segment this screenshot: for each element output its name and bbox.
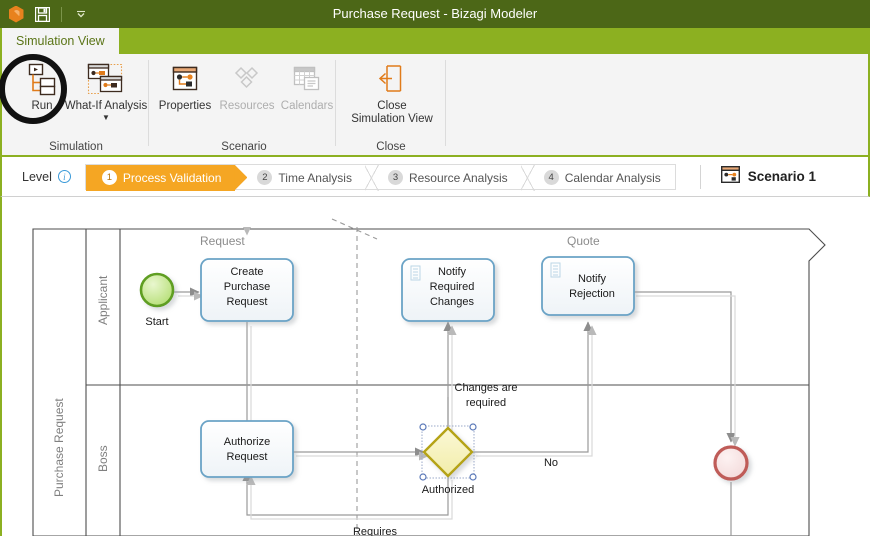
ribbon-tab-strip: Simulation View [0, 28, 870, 54]
level-steps: 1 Process Validation 2 Time Analysis 3 R… [84, 163, 676, 191]
node-label-authorized: Authorized [422, 484, 475, 496]
message-label-request: Request [200, 234, 245, 248]
quick-access-toolbar [0, 0, 90, 28]
tab-simulation-view[interactable]: Simulation View [2, 28, 119, 54]
level-step-process-validation[interactable]: 1 Process Validation [85, 164, 248, 191]
title-bar: Purchase Request - Bizagi Modeler [0, 0, 870, 28]
level-step-number: 4 [543, 170, 559, 185]
level-step-label: Process Validation [122, 170, 222, 185]
pool-label: Purchase Request [52, 398, 66, 497]
bizagi-modeler-window: Purchase Request - Bizagi Modeler Simula… [0, 0, 870, 536]
level-step-resource-analysis[interactable]: 3 Resource Analysis [366, 164, 535, 191]
level-step-time-analysis[interactable]: 2 Time Analysis [235, 164, 379, 191]
node-task-notify-required-changes[interactable]: Notify Required Changes [401, 258, 495, 322]
scenario-icon [720, 165, 740, 188]
node-label-line: Request [227, 451, 268, 463]
chevron-down-icon[interactable] [72, 5, 90, 23]
what-if-analysis-label: What-If Analysis [64, 100, 148, 112]
level-label: Level [22, 169, 52, 184]
lane-label-boss: Boss [96, 445, 110, 472]
level-step-calendar-analysis[interactable]: 4 Calendar Analysis [522, 165, 675, 191]
node-label-line: Notify [438, 266, 467, 278]
node-label-line: Create [230, 266, 263, 278]
ribbon-group-simulation: Run What-If Analysis ▼ Simulation [2, 54, 150, 155]
level-step-label: Calendar Analysis [564, 170, 661, 185]
scenario-selector[interactable]: Scenario 1 [720, 165, 817, 188]
node-label-line: Required [430, 281, 475, 293]
node-label-line: Changes [430, 296, 475, 308]
chevron-down-icon[interactable]: ▼ [64, 113, 148, 122]
what-if-analysis-button[interactable]: What-If Analysis ▼ [64, 58, 148, 122]
node-label-line: Rejection [569, 288, 615, 300]
flow-label-changes-are-required-1: Changes are [455, 382, 518, 394]
lane-label-applicant: Applicant [96, 275, 110, 325]
node-task-create-purchase-request[interactable]: Create Purchase Request [200, 258, 294, 322]
node-label-line: Notify [578, 273, 607, 285]
node-label-line: Authorize [224, 436, 270, 448]
close-simulation-view-label-2: Simulation View [351, 113, 433, 125]
ribbon-group-scenario: Properties Resources Calendars Scenario [149, 54, 339, 155]
level-step-number: 3 [387, 170, 403, 185]
bizagi-logo-icon[interactable] [7, 5, 25, 23]
close-simulation-view-button[interactable]: Close Simulation View [344, 58, 440, 126]
node-start-event[interactable]: Start [139, 272, 175, 328]
calendars-icon [271, 58, 343, 100]
window-title: Purchase Request - Bizagi Modeler [332, 6, 538, 21]
save-icon[interactable] [33, 5, 51, 23]
ribbon-group-close-title: Close [376, 141, 406, 153]
level-step-number: 2 [257, 170, 273, 185]
node-task-authorize-request[interactable]: Authorize Request [200, 420, 294, 478]
close-simulation-view-icon [344, 58, 440, 100]
ribbon-divider-3 [445, 60, 446, 146]
what-if-analysis-icon [64, 58, 148, 100]
node-label-line: Request [227, 296, 268, 308]
flow-label-no: No [544, 457, 558, 469]
diagram-canvas[interactable]: Purchase Request Applicant Boss Request … [0, 197, 870, 536]
ribbon-group-scenario-title: Scenario [221, 141, 267, 153]
node-label-line: Purchase [224, 281, 270, 293]
scenario-name: Scenario 1 [747, 169, 817, 184]
ribbon-group-close: Close Simulation View Close [336, 54, 446, 155]
node-task-notify-rejection[interactable]: Notify Rejection [541, 256, 635, 316]
close-simulation-view-label-1: Close [377, 100, 407, 112]
bpmn-diagram: Purchase Request Applicant Boss Request … [32, 218, 826, 536]
node-end-event[interactable] [713, 445, 749, 481]
level-step-label: Resource Analysis [408, 170, 508, 185]
level-bar-divider [699, 164, 701, 189]
level-bar: Level i 1 Process Validation 2 Time Anal… [0, 157, 870, 197]
flow-label-requires: Requires [353, 526, 398, 536]
calendars-label: Calendars [280, 100, 334, 112]
level-step-number: 1 [101, 170, 117, 185]
chevron-right-icon [520, 164, 535, 191]
flow-label-changes-are-required-2: required [466, 397, 506, 409]
ribbon-group-simulation-title: Simulation [49, 141, 103, 153]
ribbon: Run What-If Analysis ▼ Simulation Proper… [0, 54, 870, 157]
qat-divider [61, 6, 62, 22]
chevron-right-icon [364, 164, 379, 191]
message-label-quote: Quote [567, 234, 600, 248]
calendars-button: Calendars [271, 58, 343, 113]
level-step-label: Time Analysis [278, 170, 352, 185]
node-label-start: Start [145, 316, 168, 328]
info-icon[interactable]: i [57, 170, 71, 183]
